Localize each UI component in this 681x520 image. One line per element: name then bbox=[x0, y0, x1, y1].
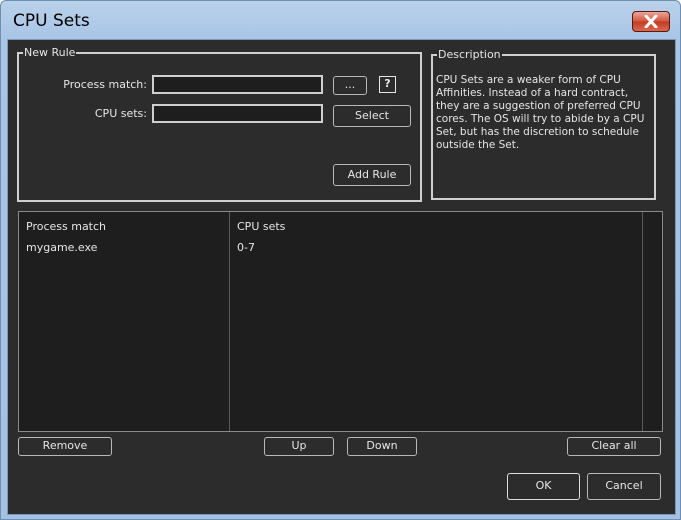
process-match-label: Process match: bbox=[63, 78, 147, 91]
browse-button[interactable]: ... bbox=[333, 76, 367, 95]
select-button[interactable]: Select bbox=[333, 105, 411, 127]
up-button[interactable]: Up bbox=[264, 437, 334, 456]
close-icon bbox=[644, 15, 658, 28]
help-icon[interactable]: ? bbox=[379, 76, 396, 93]
down-button[interactable]: Down bbox=[347, 437, 417, 456]
cancel-button[interactable]: Cancel bbox=[587, 473, 661, 500]
remove-button[interactable]: Remove bbox=[18, 437, 112, 456]
table-row-process[interactable]: mygame.exe bbox=[26, 241, 97, 254]
window-title: CPU Sets bbox=[13, 11, 90, 31]
column-divider bbox=[642, 212, 643, 431]
clear-all-button[interactable]: Clear all bbox=[567, 437, 661, 456]
process-match-input[interactable] bbox=[152, 75, 323, 94]
rules-list[interactable]: Process match CPU sets mygame.exe 0-7 bbox=[18, 211, 663, 432]
title-bar[interactable]: CPU Sets bbox=[1, 1, 680, 39]
description-legend: Description bbox=[437, 48, 502, 61]
table-row-cpu-sets[interactable]: 0-7 bbox=[237, 241, 255, 254]
ok-button[interactable]: OK bbox=[507, 473, 580, 500]
column-divider bbox=[229, 212, 230, 431]
add-rule-button[interactable]: Add Rule bbox=[333, 164, 411, 186]
cpu-sets-label: CPU sets: bbox=[94, 107, 147, 120]
new-rule-legend: New Rule bbox=[23, 46, 77, 59]
description-text: CPU Sets are a weaker form of CPU Affini… bbox=[436, 74, 645, 151]
column-header-process-match[interactable]: Process match bbox=[26, 220, 106, 233]
close-button[interactable] bbox=[632, 11, 670, 32]
cpu-sets-input[interactable] bbox=[152, 104, 323, 123]
column-header-cpu-sets[interactable]: CPU sets bbox=[237, 220, 285, 233]
